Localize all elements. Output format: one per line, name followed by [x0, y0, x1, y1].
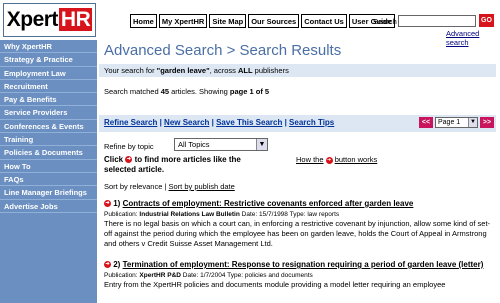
related-arrow-icon: ➜ [325, 156, 333, 164]
pager: << Page 1 ▼ >> [419, 117, 494, 128]
search-tips-link[interactable]: Search Tips [289, 118, 334, 127]
result-snippet: Entry from the XpertHR policies and docu… [104, 280, 446, 289]
sort-date-link[interactable]: Sort by publish date [169, 182, 235, 191]
how-button-works-link[interactable]: How the ➜ button works [296, 155, 377, 164]
nav-our-sources-button[interactable]: Our Sources [248, 14, 300, 28]
nav-my-xperthr-button[interactable]: My XpertHR [158, 14, 208, 28]
logo-text: Xpert HR [6, 8, 93, 31]
sidebar: Why XpertHR Strategy & Practice Employme… [0, 40, 97, 303]
sidebar-item-pay-benefits[interactable]: Pay & Benefits [0, 93, 97, 107]
refine-topic-label: Refine by topic [104, 142, 154, 151]
nav-site-map-button[interactable]: Site Map [209, 14, 247, 28]
new-search-link[interactable]: New Search [164, 118, 209, 127]
sidebar-item-employment-law[interactable]: Employment Law [0, 67, 97, 80]
query-scope: ALL [237, 66, 253, 75]
next-page-button[interactable]: >> [480, 117, 494, 128]
related-arrow-icon[interactable]: ➜ [104, 261, 111, 269]
save-search-link[interactable]: Save This Search [216, 118, 282, 127]
prev-page-button[interactable]: << [419, 117, 433, 128]
sidebar-item-recruitment[interactable]: Recruitment [0, 80, 97, 94]
go-button[interactable]: GO [479, 14, 494, 27]
match-summary: Search matched 45 articles. Showing page… [104, 87, 270, 96]
sidebar-item-policies-documents[interactable]: Policies & Documents [0, 146, 97, 160]
nav-home-button[interactable]: Home [130, 14, 157, 28]
sidebar-item-conferences-events[interactable]: Conferences & Events [0, 120, 97, 134]
sidebar-item-line-manager-briefings[interactable]: Line Manager Briefings [0, 186, 97, 200]
sidebar-item-how-to[interactable]: How To [0, 160, 97, 173]
chevron-down-icon: ▼ [468, 118, 477, 127]
sidebar-item-why-xperthr[interactable]: Why XpertHR [0, 40, 97, 54]
result-meta: Publication: Industrial Relations Law Bu… [104, 211, 340, 218]
query-term: "garden leave" [156, 66, 210, 75]
match-page: page 1 of 5 [229, 87, 270, 96]
sidebar-item-strategy-practice[interactable]: Strategy & Practice [0, 53, 97, 67]
sort-options: Sort by relevance | Sort by publish date [104, 182, 235, 191]
related-arrow-icon: ➜ [125, 156, 133, 164]
sidebar-item-advertise-jobs[interactable]: Advertise Jobs [0, 200, 97, 213]
refine-search-link[interactable]: Refine Search [104, 118, 157, 127]
result-item: ➜ 2) Termination of employment: Response… [104, 260, 492, 290]
query-summary: Your search for "garden leave", across A… [99, 64, 496, 77]
chevron-down-icon: ▼ [256, 139, 267, 150]
result-title-link[interactable]: Termination of employment: Response to r… [123, 260, 484, 269]
related-articles-hint: Click ➜ to find more articles like the s… [104, 155, 241, 174]
page: Xpert HR Home My XpertHR Site Map Our Sou… [0, 0, 500, 303]
sidebar-item-service-providers[interactable]: Service Providers [0, 106, 97, 120]
result-meta: Publication: XpertHR P&D Date: 1/7/2004 … [104, 272, 313, 279]
page-select[interactable]: Page 1 ▼ [435, 117, 478, 128]
result-item: ➜ 1) Contracts of employment: Restrictiv… [104, 199, 491, 248]
sidebar-item-training[interactable]: Training [0, 133, 97, 147]
top-nav: Home My XpertHR Site Map Our Sources Con… [130, 14, 395, 28]
topic-select[interactable]: All Topics ▼ [174, 138, 268, 151]
xperthr-logo[interactable]: Xpert HR [3, 3, 96, 37]
search-label: Search [373, 17, 397, 26]
advanced-search-link[interactable]: Advanced search [446, 29, 500, 47]
result-title-link[interactable]: Contracts of employment: Restrictive cov… [123, 199, 414, 208]
result-snippet: There is no legal basis on which a court… [104, 219, 491, 248]
nav-contact-us-button[interactable]: Contact Us [301, 14, 347, 28]
page-title: Advanced Search > Search Results [104, 42, 342, 59]
sidebar-item-faqs[interactable]: FAQs [0, 173, 97, 187]
match-count: 45 [160, 87, 170, 96]
sort-relevance[interactable]: Sort by relevance [104, 182, 162, 191]
search-input[interactable] [398, 15, 476, 27]
related-arrow-icon[interactable]: ➜ [104, 200, 111, 208]
